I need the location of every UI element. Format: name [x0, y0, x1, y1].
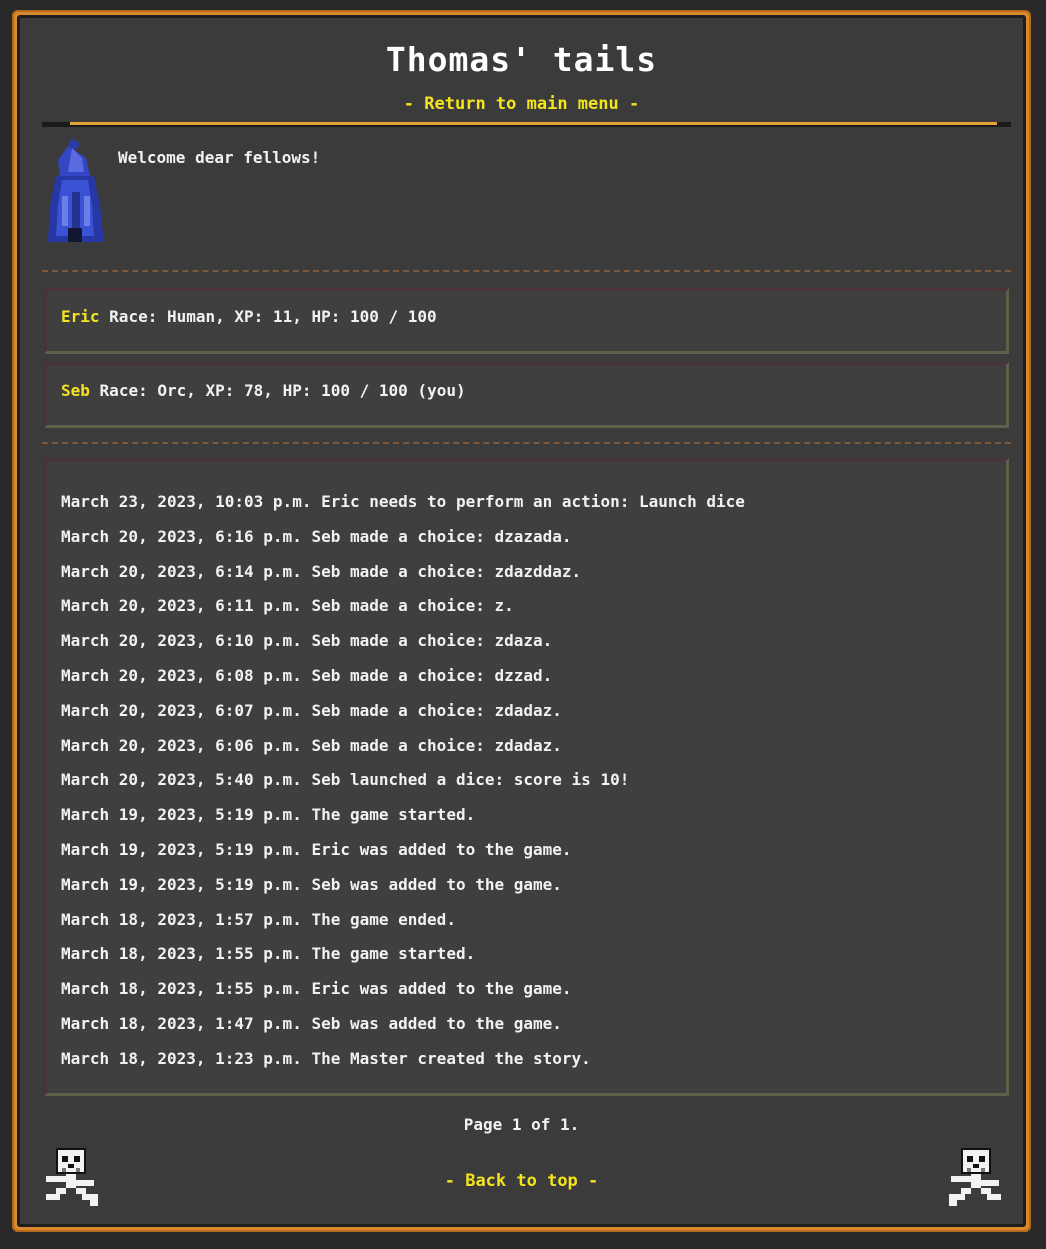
page-frame: Thomas' tails - Return to main menu - We… [12, 10, 1031, 1232]
log-entry: March 20, 2023, 6:08 p.m. Seb made a cho… [61, 665, 553, 685]
log-entry: March 19, 2023, 5:19 p.m. The game start… [61, 805, 476, 825]
section-divider [42, 270, 1011, 272]
player-name[interactable]: Seb [61, 381, 90, 400]
player-name[interactable]: Eric [61, 307, 100, 326]
pagination-text: Page 1 of 1. [463, 1115, 580, 1134]
skull-icon [46, 1148, 98, 1206]
player-card: Eric Race: Human, XP: 11, HP: 100 / 100 [44, 288, 1009, 354]
log-entry: March 18, 2023, 1:47 p.m. Seb was added … [61, 1013, 562, 1033]
player-card: Seb Race: Orc, XP: 78, HP: 100 / 100 (yo… [44, 362, 1009, 428]
skull-icon [949, 1148, 1001, 1206]
log-entry: March 20, 2023, 6:10 p.m. Seb made a cho… [61, 631, 553, 651]
log-entry: March 20, 2023, 6:11 p.m. Seb made a cho… [61, 596, 514, 616]
log-entry: March 20, 2023, 6:14 p.m. Seb made a cho… [61, 561, 582, 581]
section-divider [42, 442, 1011, 444]
log-entry: March 23, 2023, 10:03 p.m. Eric needs to… [61, 492, 745, 511]
player-details: Race: Human, XP: 11, HP: 100 / 100 [109, 307, 437, 326]
log-entry: March 18, 2023, 1:55 p.m. Eric was added… [61, 979, 572, 999]
content-panel: Thomas' tails - Return to main menu - We… [17, 15, 1026, 1227]
log-entry: March 20, 2023, 5:40 p.m. Seb launched a… [61, 770, 630, 790]
welcome-message: Welcome dear fellows! [118, 148, 321, 167]
header-divider [42, 122, 1011, 127]
event-log: March 23, 2023, 10:03 p.m. Eric needs to… [44, 458, 1009, 1096]
back-to-top-link[interactable]: - Back to top - [20, 1171, 1023, 1191]
page-title: Thomas' tails [385, 40, 658, 79]
log-entry: March 19, 2023, 5:19 p.m. Eric was added… [61, 839, 572, 859]
log-entry: March 20, 2023, 6:06 p.m. Seb made a cho… [61, 735, 562, 755]
log-entry: March 18, 2023, 1:57 p.m. The game ended… [61, 909, 456, 929]
log-entry: March 18, 2023, 1:23 p.m. The Master cre… [61, 1048, 591, 1068]
return-main-menu-link[interactable]: - Return to main menu - [20, 94, 1023, 114]
log-entry: March 18, 2023, 1:55 p.m. The game start… [61, 944, 476, 964]
wizard-avatar-icon [48, 138, 104, 242]
log-entry: March 20, 2023, 6:16 p.m. Seb made a cho… [61, 526, 572, 546]
log-entry: March 19, 2023, 5:19 p.m. Seb was added … [61, 874, 562, 894]
log-entry: March 20, 2023, 6:07 p.m. Seb made a cho… [61, 700, 562, 720]
player-details: Race: Orc, XP: 78, HP: 100 / 100 (you) [99, 381, 466, 400]
